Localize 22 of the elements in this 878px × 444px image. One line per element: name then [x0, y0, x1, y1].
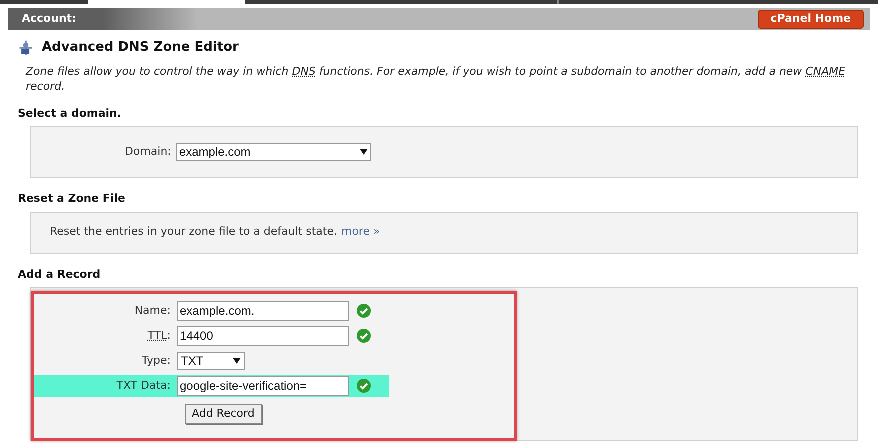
- network-icon: [18, 40, 34, 56]
- description-text: Zone files allow you to control the way in which DNS functions. For example, if you wish to point a subdomain to another domain, add a new CNAME record.: [26, 64, 847, 94]
- caret-icon: [233, 358, 241, 364]
- section-heading: Add a Record: [18, 266, 102, 282]
- more-link[interactable]: more »: [341, 224, 380, 241]
- section-heading: Reset a Zone File: [18, 191, 126, 207]
- page-title: Advanced DNS Zone Editor: [42, 39, 239, 57]
- caret-icon: [360, 149, 368, 155]
- reset-text: Reset the entries in your zone file to a default state.: [50, 224, 338, 240]
- field-label: TXT Data:: [116, 378, 171, 394]
- cpanel-home-button[interactable]: cPanel Home: [758, 10, 864, 28]
- domain-dropdown[interactable]: example.com: [176, 143, 372, 161]
- input-field[interactable]: 14400: [177, 326, 349, 346]
- field-label: TTL:: [148, 328, 171, 344]
- section-heading: Select a domain.: [18, 106, 123, 122]
- input-field[interactable]: google-site-verification=: [177, 376, 349, 396]
- type-dropdown[interactable]: TXT: [177, 352, 245, 370]
- field-label: Domain:: [125, 144, 172, 160]
- input-field[interactable]: example.com.: [177, 301, 349, 321]
- field-label: Name:: [134, 302, 171, 319]
- field-label: Type:: [142, 352, 171, 369]
- add-record-button[interactable]: Add Record: [185, 404, 262, 424]
